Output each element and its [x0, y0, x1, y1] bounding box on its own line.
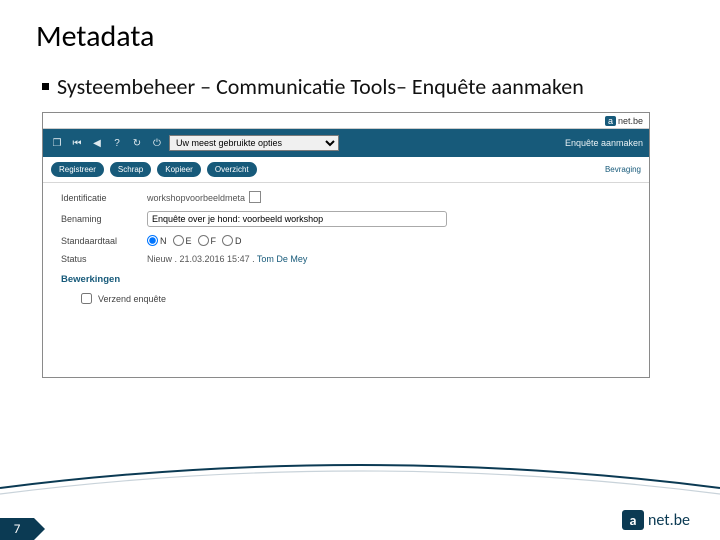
power-icon[interactable]: ⏻ — [149, 135, 165, 151]
page-number: 7 — [0, 518, 34, 540]
options-dropdown[interactable]: Uw meest gebruikte opties — [169, 135, 339, 151]
lang-n-label: N — [160, 236, 167, 246]
lang-d-radio[interactable] — [222, 235, 233, 246]
brand-chip: a net.be — [605, 116, 643, 126]
identificatie-label: Identificatie — [61, 193, 147, 203]
standaardtaal-label: Standaardtaal — [61, 236, 147, 246]
bullet-icon — [42, 83, 49, 90]
bullet-text: Systeembeheer – Communicatie Tools– Enqu… — [57, 73, 584, 100]
lang-f-radio[interactable] — [198, 235, 209, 246]
page-title: Enquête aanmaken — [565, 138, 643, 148]
standaardtaal-radios: N E F D — [147, 235, 242, 246]
status-user-link[interactable]: Tom De Mey — [257, 254, 308, 264]
lang-f-label: F — [211, 236, 217, 246]
history-icon[interactable]: ↻ — [129, 135, 145, 151]
help-icon[interactable]: ? — [109, 135, 125, 151]
back-icon[interactable]: ◀ — [89, 135, 105, 151]
slide-title: Metadata — [0, 0, 720, 55]
kopieer-button[interactable]: Kopieer — [157, 162, 201, 177]
footer-logo-text: net.be — [648, 511, 690, 530]
bullet-row: Systeembeheer – Communicatie Tools– Enqu… — [0, 55, 720, 100]
rewind-first-icon[interactable]: ⏮ — [69, 135, 85, 151]
benaming-label: Benaming — [61, 214, 147, 224]
decorative-curve — [0, 450, 720, 510]
lang-n-radio[interactable] — [147, 235, 158, 246]
overzicht-button[interactable]: Overzicht — [207, 162, 257, 177]
benaming-input[interactable] — [147, 211, 447, 227]
form-area: Identificatie workshopvoorbeeldmeta Bena… — [43, 183, 649, 304]
status-label: Status — [61, 254, 147, 264]
brand-a-icon: a — [605, 116, 616, 126]
schrap-button[interactable]: Schrap — [110, 162, 151, 177]
verzend-checkbox[interactable] — [81, 293, 92, 304]
new-window-icon[interactable]: ❐ — [49, 135, 65, 151]
copy-icon[interactable] — [251, 193, 261, 203]
lang-e-label: E — [186, 236, 192, 246]
top-toolbar: ❐ ⏮ ◀ ? ↻ ⏻ Uw meest gebruikte opties En… — [43, 129, 649, 157]
app-screenshot: a net.be ❐ ⏮ ◀ ? ↻ ⏻ Uw meest gebruikte … — [42, 112, 650, 378]
brand-text: net.be — [618, 116, 643, 126]
lang-d-label: D — [235, 236, 242, 246]
lang-e-radio[interactable] — [173, 235, 184, 246]
bewerkingen-label: Bewerkingen — [61, 274, 147, 285]
verzend-label: Verzend enquête — [98, 294, 166, 304]
footer-logo-a-icon: a — [622, 510, 644, 530]
action-row: Registreer Schrap Kopieer Overzicht Bevr… — [43, 157, 649, 183]
identificatie-value: workshopvoorbeeldmeta — [147, 193, 245, 203]
status-value: Nieuw . 21.03.2016 15:47 . — [147, 254, 255, 264]
footer-logo: a net.be — [622, 510, 690, 530]
brand-bar: a net.be — [43, 113, 649, 129]
registreer-button[interactable]: Registreer — [51, 162, 104, 177]
bevraging-link[interactable]: Bevraging — [605, 165, 641, 174]
